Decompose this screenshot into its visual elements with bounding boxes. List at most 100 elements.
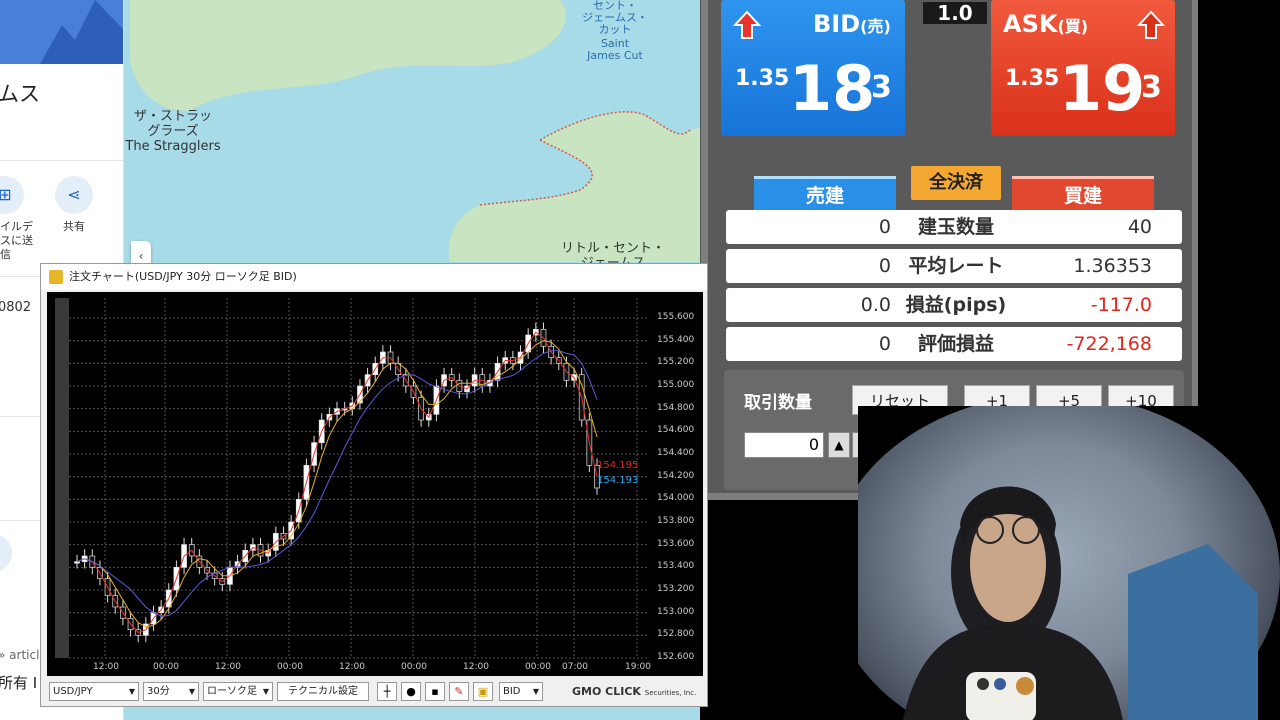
y-tick-label: 152.800 bbox=[657, 629, 695, 640]
row-label: 損益(pips) bbox=[905, 294, 1007, 316]
buy-button[interactable]: 買建 bbox=[1012, 176, 1154, 210]
chart-type-select[interactable]: ローソク足 ▼ bbox=[203, 682, 273, 701]
interval-select[interactable]: 30分 ▼ bbox=[143, 682, 199, 701]
bid-price-prefix: 1.35 bbox=[735, 66, 790, 91]
x-tick-label: 12:00 bbox=[215, 662, 241, 672]
webcam-video bbox=[858, 406, 1280, 720]
place-photo[interactable] bbox=[0, 0, 123, 64]
x-tick-label: 00:00 bbox=[525, 662, 551, 672]
crosshair-button[interactable]: ┼ bbox=[377, 682, 397, 701]
ma-short-line bbox=[76, 331, 598, 634]
sell-position-qty: 0 bbox=[878, 216, 891, 238]
buy-position-qty: 40 bbox=[1127, 216, 1152, 238]
gear-icon: ● bbox=[406, 685, 416, 698]
send-to-mobile-button[interactable]: ⊞ bbox=[0, 176, 24, 214]
y-tick-label: 154.000 bbox=[657, 493, 695, 504]
trade-quantity-input[interactable]: 0 bbox=[744, 432, 824, 458]
article-link[interactable]: » articl bbox=[0, 648, 39, 662]
ask-price-marker: 154.195 bbox=[597, 460, 639, 471]
owner-text: 所有 I bbox=[0, 674, 38, 692]
y-tick-label: 153.000 bbox=[657, 606, 695, 617]
divider bbox=[0, 160, 123, 161]
buy-pnl: -722,168 bbox=[1066, 333, 1152, 355]
x-tick-label: 12:00 bbox=[463, 662, 489, 672]
ask-price-prefix: 1.35 bbox=[1005, 66, 1060, 91]
currency-pair-value: USD/JPY bbox=[53, 686, 93, 697]
bid-label: BID(売) bbox=[813, 10, 891, 38]
close-all-button[interactable]: 全決済 bbox=[911, 166, 1001, 200]
photo-button[interactable] bbox=[0, 534, 12, 572]
chart-type-value: ローソク足 bbox=[207, 686, 257, 697]
bid-price-big: 18 bbox=[789, 52, 876, 125]
settings-button[interactable]: ● bbox=[401, 682, 421, 701]
x-tick-label: 12:00 bbox=[339, 662, 365, 672]
y-tick-label: 155.400 bbox=[657, 334, 695, 345]
y-tick-label: 154.200 bbox=[657, 470, 695, 481]
send-to-mobile-label: イルデ スに送 信 bbox=[0, 220, 33, 261]
sell-avg-rate: 0 bbox=[878, 255, 891, 277]
image-icon: ▣ bbox=[477, 685, 489, 698]
y-tick-label: 153.600 bbox=[657, 538, 695, 549]
chevron-left-icon: ‹ bbox=[138, 249, 144, 263]
share-button[interactable]: ⋖ bbox=[55, 176, 93, 214]
chart-left-band bbox=[55, 298, 69, 658]
x-tick-label: 12:00 bbox=[93, 662, 119, 672]
y-tick-label: 154.600 bbox=[657, 425, 695, 436]
ask-price-pip: 3 bbox=[1141, 70, 1162, 105]
ma-long-line bbox=[76, 350, 598, 617]
price-side-select[interactable]: BID ▼ bbox=[499, 682, 543, 701]
quantity-up-button[interactable]: ▲ bbox=[828, 432, 850, 458]
phone-icon: ⊞ bbox=[0, 185, 12, 204]
trade-quantity-label: 取引数量 bbox=[744, 393, 812, 413]
bid-price-marker: 154.193 bbox=[597, 475, 639, 486]
y-tick-label: 153.800 bbox=[657, 516, 695, 526]
candle-body bbox=[74, 561, 80, 564]
chart-window-title[interactable]: 注文チャート(USD/JPY 30分 ローソク足 BID) bbox=[41, 264, 707, 290]
buy-pips: -117.0 bbox=[1090, 294, 1152, 316]
row-label: 建玉数量 bbox=[917, 216, 994, 238]
plus-code: 0802 bbox=[0, 300, 32, 315]
ma-mid-line bbox=[76, 340, 598, 628]
row-label: 平均レート bbox=[908, 255, 1004, 277]
candlestick-chart[interactable]: 155.600 155.400 155.200 155.000 154.800 154.6… bbox=[47, 292, 703, 676]
interval-value: 30分 bbox=[147, 686, 170, 697]
price-side-value: BID bbox=[503, 686, 521, 697]
sell-button[interactable]: 売建 bbox=[754, 176, 896, 210]
image-button[interactable]: ▣ bbox=[473, 682, 493, 701]
place-title: ムス bbox=[0, 82, 40, 106]
y-tick-label: 153.200 bbox=[657, 584, 695, 594]
map-label-saint-james-cut-en: Saint James Cut bbox=[587, 37, 643, 62]
chart-toolbar: USD/JPY ▼ 30分 ▼ ローソク足 ▼ テクニカル設定 ┼ ● ▪ ✎ ▣ B… bbox=[47, 680, 703, 704]
comment-button[interactable]: ▪ bbox=[425, 682, 445, 701]
ask-price-button[interactable]: ASK(買) 1.35 19 3 bbox=[991, 0, 1175, 136]
pen-icon: ✎ bbox=[454, 685, 464, 698]
bid-price-pip: 3 bbox=[871, 70, 892, 105]
ask-price-big: 19 bbox=[1059, 52, 1146, 125]
pips-row: 0.0 損益(pips) -117.0 bbox=[726, 288, 1182, 322]
share-label: 共有 bbox=[63, 220, 85, 233]
y-tick-label: 155.600 bbox=[657, 312, 695, 322]
y-tick-label: 155.000 bbox=[657, 380, 695, 390]
map-label-stragglers: ザ・ストラッ グラーズ The Stragglers bbox=[125, 109, 221, 154]
order-chart-window: 注文チャート(USD/JPY 30分 ローソク足 BID) 155.600 155… bbox=[40, 263, 708, 707]
y-tick-label: 154.400 bbox=[657, 448, 695, 458]
currency-pair-select[interactable]: USD/JPY ▼ bbox=[49, 682, 139, 701]
avg-rate-row: 0 平均レート 1.36353 bbox=[726, 249, 1182, 283]
webcam-overlay bbox=[858, 406, 1280, 720]
up-arrow-icon bbox=[733, 10, 761, 39]
brand-logo: GMO CLICK Securities, Inc. bbox=[572, 685, 697, 698]
bid-price-button[interactable]: BID(売) 1.35 18 3 bbox=[721, 0, 905, 136]
technical-settings-button[interactable]: テクニカル設定 bbox=[277, 682, 369, 701]
sell-pips: 0.0 bbox=[860, 294, 891, 316]
buy-avg-rate: 1.36353 bbox=[1073, 255, 1152, 277]
x-tick-label: 19:00 bbox=[625, 662, 651, 672]
x-tick-label: 07:00 bbox=[562, 662, 588, 672]
y-tick-label: 154.800 bbox=[657, 402, 695, 413]
x-tick-label: 00:00 bbox=[277, 662, 303, 672]
draw-line-button[interactable]: ✎ bbox=[449, 682, 469, 701]
ask-label: ASK(買) bbox=[1003, 10, 1089, 38]
chevron-down-icon: ▼ bbox=[262, 687, 269, 696]
triangle-up-icon: ▲ bbox=[834, 438, 844, 452]
share-icon: ⋖ bbox=[67, 185, 81, 204]
chevron-down-icon: ▼ bbox=[532, 687, 539, 696]
